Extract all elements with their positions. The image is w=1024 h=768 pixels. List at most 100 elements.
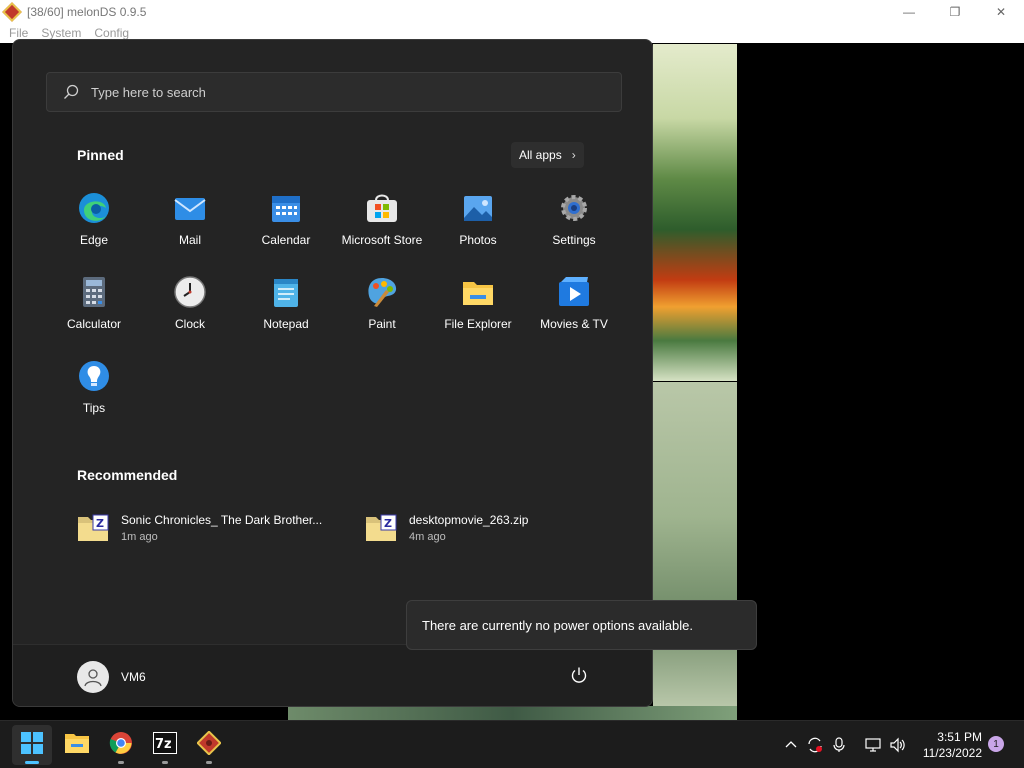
- settings-icon: [558, 192, 590, 224]
- app-label: Calculator: [66, 317, 122, 331]
- power-button[interactable]: [567, 665, 591, 689]
- close-button[interactable]: ✕: [978, 0, 1024, 23]
- mail-icon: [174, 192, 206, 224]
- running-indicator: [206, 761, 212, 764]
- pinned-heading: Pinned: [77, 147, 124, 163]
- svg-text:Z: Z: [384, 517, 392, 530]
- recommended-item[interactable]: Z Sonic Chronicles_ The Dark Brother... …: [77, 508, 337, 548]
- volume-icon: [886, 733, 910, 757]
- user-avatar-icon: [77, 661, 109, 693]
- pinned-app-photos[interactable]: Photos: [430, 186, 526, 270]
- taskbar-start-button[interactable]: [12, 725, 52, 765]
- power-icon: [570, 666, 588, 689]
- pinned-app-file-explorer[interactable]: File Explorer: [430, 270, 526, 354]
- pinned-app-microsoft-store[interactable]: Microsoft Store: [334, 186, 430, 270]
- app-label: Clock: [174, 317, 205, 331]
- pinned-app-tips[interactable]: Tips: [46, 354, 142, 438]
- quick-settings[interactable]: [862, 721, 910, 768]
- clock-time: 3:51 PM: [937, 730, 982, 744]
- clock-icon: [174, 276, 206, 308]
- clock-date: 11/23/2022: [922, 746, 982, 760]
- melonds-app-icon: [2, 1, 22, 22]
- user-name: VM6: [121, 670, 146, 684]
- game-screen-strip: [288, 706, 737, 720]
- app-label: Mail: [178, 233, 201, 247]
- ds-bottom-screen[interactable]: [653, 382, 737, 718]
- recommended-time: 4m ago: [409, 531, 446, 543]
- taskbar-clock[interactable]: 3:51 PM 11/23/2022: [920, 729, 982, 761]
- movies-tv-icon: [558, 276, 590, 308]
- notepad-icon: [270, 276, 302, 308]
- pinned-app-settings[interactable]: Settings: [526, 186, 622, 270]
- show-hidden-icons-chevron-up-icon[interactable]: [779, 733, 803, 757]
- network-icon: [862, 733, 886, 757]
- taskbar-7zip[interactable]: 7z: [145, 725, 185, 765]
- all-apps-label: All apps: [519, 148, 562, 162]
- zip-folder-icon: Z: [77, 514, 109, 542]
- app-label: Microsoft Store: [341, 233, 423, 247]
- power-options-tooltip: There are currently no power options ava…: [406, 600, 757, 650]
- app-label: Photos: [459, 233, 497, 247]
- photos-icon: [462, 192, 494, 224]
- menu-file[interactable]: File: [9, 26, 28, 40]
- app-label: File Explorer: [444, 317, 512, 331]
- folder-icon: [65, 732, 89, 759]
- app-label: Settings: [552, 233, 596, 247]
- recommended-time: 1m ago: [121, 531, 158, 543]
- menu-config[interactable]: Config: [94, 26, 129, 40]
- pinned-app-paint[interactable]: Paint: [334, 270, 430, 354]
- taskbar-melonds[interactable]: [189, 725, 229, 765]
- maximize-button[interactable]: ❐: [932, 0, 978, 23]
- pinned-app-clock[interactable]: Clock: [142, 270, 238, 354]
- pinned-app-calculator[interactable]: Calculator: [46, 270, 142, 354]
- zip-folder-icon: Z: [365, 514, 397, 542]
- window-controls: — ❐ ✕: [886, 0, 1024, 23]
- app-label: Calendar: [261, 233, 311, 247]
- pinned-app-mail[interactable]: Mail: [142, 186, 238, 270]
- app-label: Paint: [368, 317, 396, 331]
- app-label: Movies & TV: [540, 317, 608, 331]
- ds-top-screen[interactable]: [653, 44, 737, 381]
- start-menu-footer: VM6: [13, 644, 652, 706]
- app-label: Edge: [79, 233, 109, 247]
- recommended-name: desktopmovie_263.zip: [409, 513, 529, 527]
- system-tray: [779, 721, 851, 768]
- app-label: Tips: [82, 401, 106, 415]
- svg-text:Z: Z: [96, 517, 104, 530]
- chevron-right-icon: ›: [571, 148, 576, 162]
- window-title: [38/60] melonDS 0.9.5: [27, 4, 147, 19]
- file-explorer-icon: [462, 276, 494, 308]
- taskbar: 7z 3:51 PM 11/23/2022: [0, 720, 1024, 768]
- all-apps-button[interactable]: All apps ›: [511, 142, 584, 168]
- calendar-icon: [270, 192, 302, 224]
- pinned-app-notepad[interactable]: Notepad: [238, 270, 334, 354]
- pinned-app-edge[interactable]: Edge: [46, 186, 142, 270]
- svg-text:7z: 7z: [155, 737, 172, 752]
- taskbar-file-explorer[interactable]: [57, 725, 97, 765]
- notification-badge[interactable]: 1: [988, 736, 1004, 752]
- minimize-button[interactable]: —: [886, 0, 932, 23]
- sync-icon[interactable]: [803, 733, 827, 757]
- active-indicator: [25, 761, 39, 764]
- pinned-app-movies-tv[interactable]: Movies & TV: [526, 270, 622, 354]
- running-indicator: [118, 761, 124, 764]
- chrome-icon: [109, 731, 133, 760]
- paint-icon: [366, 276, 398, 308]
- microphone-icon[interactable]: [827, 733, 851, 757]
- windows-start-icon: [21, 731, 43, 759]
- app-label: Notepad: [263, 317, 309, 331]
- calculator-icon: [78, 276, 110, 308]
- search-input[interactable]: [91, 84, 571, 100]
- menu-system[interactable]: System: [41, 26, 81, 40]
- recommended-name: Sonic Chronicles_ The Dark Brother...: [121, 513, 323, 527]
- user-account-button[interactable]: VM6: [77, 661, 146, 693]
- search-icon: [63, 84, 79, 100]
- recommended-item[interactable]: Z desktopmovie_263.zip 4m ago: [365, 508, 625, 548]
- start-search-box[interactable]: [46, 72, 622, 112]
- running-indicator: [162, 761, 168, 764]
- pinned-app-calendar[interactable]: Calendar: [238, 186, 334, 270]
- pinned-apps-grid: Edge Mail Calendar Microsoft Store Photo…: [46, 186, 622, 438]
- taskbar-chrome[interactable]: [101, 725, 141, 765]
- melonds-icon: [196, 729, 222, 760]
- window-titlebar[interactable]: [38/60] melonDS 0.9.5 — ❐ ✕: [0, 0, 1024, 23]
